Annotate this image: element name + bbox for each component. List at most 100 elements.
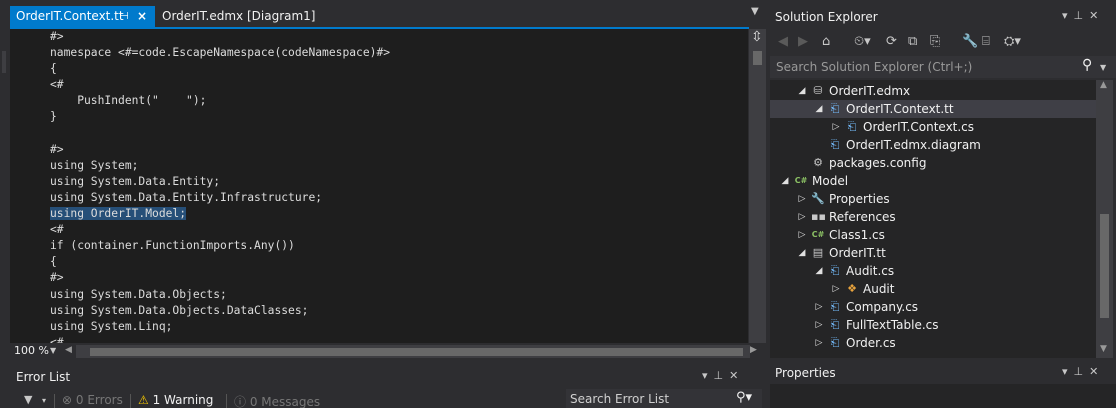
tree-item[interactable]: ▷ ⎗ OrderIT.Context.cs [770,118,1096,136]
zoom-level[interactable]: 100 % [14,344,49,357]
expand-arrow-icon[interactable]: ▷ [814,316,824,334]
error-list-search[interactable]: Search Error List ⚲▾ [566,389,762,408]
tree-item[interactable]: ◢ ▤ OrderIT.tt [770,244,1096,262]
forward-icon[interactable]: ▶ [798,34,808,49]
tree-item[interactable]: ◢ C# Model [770,172,1096,190]
tree-item-label: Audit.cs [846,264,895,278]
close-icon[interactable]: ✕ [729,369,744,382]
tree-item[interactable]: ▷ ⎗ FullTextTable.cs [770,316,1096,334]
code-line-text: PushIndent(" "); [50,94,207,108]
solution-explorer-search-input[interactable]: Search Solution Explorer (Ctrl+;) [776,60,972,74]
scroll-thumb[interactable] [753,51,762,65]
expand-arrow-icon[interactable]: ▷ [797,208,807,226]
code-line-text: <# [50,223,64,237]
selected-code-text: using OrderIT.Model; [50,207,187,221]
code-line: using OrderIT.Model; [50,206,390,222]
tree-item[interactable]: ▷ ⎗ Company.cs [770,298,1096,316]
collapse-arrow-icon[interactable]: ◢ [797,82,807,100]
scroll-down-icon[interactable]: ▼ [1100,344,1107,354]
show-all-files-icon[interactable]: ⎘ [930,34,940,49]
window-position-dropdown-icon[interactable]: ▾ [1062,365,1074,378]
history-icon[interactable]: ⏲▾ [854,34,871,49]
pin-icon[interactable]: ⊣ [120,6,129,27]
preview-icon[interactable]: ⌸ [982,34,990,49]
close-icon[interactable]: × [137,6,147,27]
expand-arrow-icon[interactable]: ▷ [831,280,841,298]
window-position-dropdown-icon[interactable]: ▾ [702,369,714,382]
collapse-arrow-icon[interactable]: ◢ [797,244,807,262]
code-line-text: using System.Data.Objects.DataClasses; [50,303,309,317]
solution-explorer-scrollbar[interactable]: ▲ ▼ [1096,80,1113,358]
properties-icon[interactable]: 🔧 [962,34,978,49]
tree-item[interactable]: ◢ ⎗ OrderIT.Context.tt [770,100,1096,118]
scroll-left-icon[interactable]: ◀ [65,345,72,355]
tree-item[interactable]: ⚙ packages.config [770,154,1096,172]
collapse-arrow-icon[interactable]: ◢ [780,172,790,190]
messages-filter-button[interactable]: ⓘ 0 Messages [234,393,320,408]
tab-overflow-dropdown-icon[interactable]: ▼ [751,6,759,17]
tree-item[interactable]: ◢ ⛁ OrderIT.edmx [770,82,1096,100]
collapse-all-icon[interactable]: ⧉ [908,34,917,49]
sync-icon[interactable]: ⟳ [886,34,897,49]
scroll-thumb[interactable] [1100,214,1109,318]
cs-file-icon: ⎗ [830,264,840,277]
expand-arrow-icon[interactable]: ▷ [814,334,824,352]
collapse-arrow-icon[interactable]: ◢ [814,262,824,280]
tree-item-label: Properties [829,192,890,206]
pin-icon[interactable]: ⊥ [1074,365,1090,378]
tree-item-label: Audit [863,282,895,296]
code-line: using System; [50,158,390,174]
expand-arrow-icon[interactable]: ▷ [797,190,807,208]
editor-horizontal-scrollbar[interactable] [76,345,750,358]
csharp-project-icon: C# [794,176,808,185]
error-list-title: Error List [16,370,71,384]
search-icon[interactable]: ⚲ [1082,57,1092,73]
tree-item[interactable]: ▷ C# Class1.cs [770,226,1096,244]
solution-tree[interactable]: ◢ ⛁ OrderIT.edmx ◢ ⎗ OrderIT.Context.tt ▷ ⎗ Orde… [770,80,1096,358]
editor-vertical-scrollbar[interactable]: ⇳ [749,29,766,343]
tree-item[interactable]: ⎗ OrderIT.edmx.diagram [770,136,1096,154]
zoom-dropdown-icon[interactable]: ▼ [50,346,56,355]
close-icon[interactable]: ✕ [1089,9,1104,22]
scroll-up-icon[interactable]: ▲ [1100,80,1107,90]
code-line-text: { [50,255,57,269]
scroll-thumb[interactable] [90,348,743,356]
expand-arrow-icon[interactable]: ▷ [797,226,807,244]
errors-filter-button[interactable]: ⊗ 0 Errors [62,393,123,407]
code-line-text: using System.Data.Entity; [50,174,221,188]
pin-icon[interactable]: ⊥ [714,369,730,382]
tt-template-icon: ▤ [812,246,824,259]
expand-arrow-icon[interactable]: ▷ [814,298,824,316]
properties-header: Properties ▾⊥✕ [770,362,1116,384]
collapse-arrow-icon[interactable]: ◢ [814,100,824,118]
tree-item[interactable]: ▷ ⎗ Order.cs [770,334,1096,352]
search-icon[interactable]: ⚲▾ [736,390,752,405]
warnings-filter-button[interactable]: ⚠ 1 Warning [138,393,213,407]
tree-item[interactable]: ▷ ❖ Audit [770,280,1096,298]
edmx-icon: ⛁ [813,84,823,97]
code-editor[interactable]: #> namespace <#=code.EscapeNamespace(code… [10,29,748,343]
chevron-down-icon[interactable]: ▾ [42,396,46,405]
back-icon[interactable]: ◀ [778,34,788,49]
close-icon[interactable]: ✕ [1089,365,1104,378]
filter-icon[interactable]: ▼ [24,393,32,406]
code-text: #> namespace <#=code.EscapeNamespace(code… [50,29,390,343]
error-list-header: Error List ▾⊥✕ [10,366,766,388]
split-window-icon[interactable]: ⇳ [751,29,763,45]
scroll-right-icon[interactable]: ▶ [750,345,757,355]
tree-item[interactable]: ▷ ▪▪ References [770,208,1096,226]
tab-orderit-context-tt[interactable]: OrderIT.Context.tt ⊣ × [10,6,155,27]
tree-item[interactable]: ▷ 🔧 Properties [770,190,1096,208]
solution-explorer-search[interactable]: Search Solution Explorer (Ctrl+;) ⚲ ▼ [770,56,1116,78]
expand-arrow-icon[interactable]: ▷ [831,118,841,136]
error-list-search-input[interactable]: Search Error List [570,392,669,406]
tree-item[interactable]: ◢ ⎗ Audit.cs [770,262,1096,280]
class-view-icon[interactable]: ⛭▾ [1004,34,1021,49]
code-line-text: <# [50,78,64,92]
chevron-down-icon[interactable]: ▼ [1100,63,1106,72]
tree-item-label: OrderIT.edmx [829,84,911,98]
pin-icon[interactable]: ⊥ [1074,9,1090,22]
tab-orderit-edmx-diagram[interactable]: OrderIT.edmx [Diagram1] [156,6,316,27]
window-position-dropdown-icon[interactable]: ▾ [1062,9,1074,22]
home-icon[interactable]: ⌂ [822,34,830,49]
